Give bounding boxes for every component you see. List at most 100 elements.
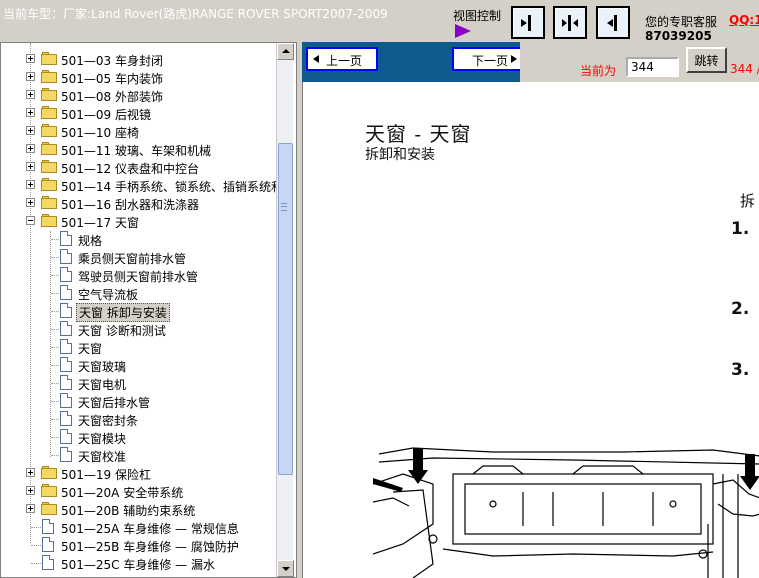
tree-item-label: 驾驶员侧天窗前排水管 — [78, 270, 199, 284]
expand-plus-icon[interactable] — [26, 108, 35, 117]
tree-item-label: 501—09 后视镜 — [61, 108, 151, 122]
tree-item-label: 天窗校准 — [78, 450, 127, 464]
tree-scrollbar[interactable] — [276, 43, 294, 577]
tree-item-label: 501—20A 安全带系统 — [61, 486, 184, 500]
next-page-button[interactable]: 下一页 — [452, 47, 524, 71]
arrow-up-icon — [282, 49, 290, 53]
tree-item-label: 501—12 仪表盘和中控台 — [61, 162, 199, 176]
expand-plus-icon[interactable] — [26, 198, 35, 207]
expand-plus-icon[interactable] — [26, 126, 35, 135]
prev-page-button[interactable]: 上一页 — [306, 47, 378, 71]
page-number-input[interactable] — [626, 57, 679, 77]
tree-item-label: 规格 — [78, 234, 103, 248]
expand-plus-icon[interactable] — [26, 486, 35, 495]
folder-icon — [41, 88, 57, 101]
document-subtitle: 拆卸和安装 — [365, 147, 435, 163]
document-icon — [60, 393, 72, 408]
folder-icon — [41, 142, 57, 155]
document-side-heading: 拆 — [740, 192, 756, 210]
arrow-right-icon — [511, 55, 517, 63]
expand-plus-icon[interactable] — [26, 504, 35, 513]
expand-plus-icon[interactable] — [26, 90, 35, 99]
service-phone: 87039205 — [645, 29, 712, 43]
service-label: 您的专职客服 — [645, 15, 718, 29]
document-title: 天窗 - 天窗 — [365, 122, 472, 146]
tree-guide-line — [50, 231, 51, 457]
tree-item-label: 天窗 — [78, 342, 103, 356]
document-icon — [42, 519, 54, 534]
document-icon — [60, 303, 72, 318]
document-icon — [60, 267, 72, 282]
scroll-down-button[interactable] — [277, 560, 294, 577]
page-total: 344 / — [730, 62, 759, 76]
expand-plus-icon[interactable] — [26, 162, 35, 171]
tree-item-label: 天窗后排水管 — [78, 396, 151, 410]
tree-item-label: 501—08 外部装饰 — [61, 90, 163, 104]
expand-left-panel-icon — [607, 15, 617, 31]
view-control-label: 视图控制 — [453, 9, 502, 23]
tree-item-label: 501—11 玻璃、车架和机械 — [61, 144, 211, 158]
document-icon — [60, 339, 72, 354]
tree-item-label: 天窗 拆卸与安装 — [76, 303, 170, 322]
scroll-thumb[interactable] — [278, 143, 293, 475]
tree-item-label: 501—20B 辅助约束系统 — [61, 504, 196, 518]
arrow-down-icon — [282, 567, 290, 571]
expand-plus-icon[interactable] — [26, 180, 35, 189]
tree-item-label: 501—19 保险杠 — [61, 468, 151, 482]
document-icon — [60, 231, 72, 246]
document-icon — [42, 555, 54, 570]
expand-plus-icon[interactable] — [26, 72, 35, 81]
qq-link[interactable]: QQ:1 — [729, 13, 759, 27]
expand-plus-icon[interactable] — [26, 54, 35, 63]
folder-icon — [41, 484, 57, 497]
tree-item-label: 501—25B 车身维修 — 腐蚀防护 — [61, 540, 239, 554]
view-control-arrow-icon — [455, 24, 471, 38]
current-page-label: 当前为 — [580, 64, 617, 78]
folder-icon — [41, 196, 57, 209]
document-icon — [60, 447, 72, 462]
open-folder-icon — [41, 214, 57, 227]
tree-item-label: 501—17 天窗 — [61, 216, 139, 230]
grip-icon — [281, 203, 287, 211]
folder-icon — [41, 160, 57, 173]
jump-button[interactable]: 跳转 — [686, 47, 727, 73]
folder-icon — [41, 124, 57, 137]
current-vehicle-title: 当前车型：厂家:Land Rover(路虎)RANGE ROVER SPORT2… — [3, 7, 388, 21]
tree-item-label: 天窗电机 — [78, 378, 127, 392]
folder-icon — [41, 502, 57, 515]
document-viewer: 天窗 - 天窗 拆卸和安装 拆 1. 2. 3. — [302, 82, 759, 578]
tree-item-label: 501—16 刮水器和洗涤器 — [61, 198, 199, 212]
sunroof-diagram — [373, 447, 759, 578]
tree-item-label: 天窗 诊断和测试 — [78, 324, 166, 338]
tree-item-label: 乘员侧天窗前排水管 — [78, 252, 187, 266]
tree-item-label: 天窗密封条 — [78, 414, 139, 428]
tree-item-label: 501—14 手柄系统、锁系统、插销系统和 — [61, 180, 283, 194]
folder-icon — [41, 466, 57, 479]
document-icon — [60, 285, 72, 300]
document-icon — [60, 249, 72, 264]
document-icon — [60, 321, 72, 336]
tree-item-label: 501—25C 车身维修 — 漏水 — [61, 558, 215, 572]
view-split-button[interactable] — [553, 6, 587, 39]
prev-page-label: 上一页 — [326, 54, 363, 68]
expand-plus-icon[interactable] — [26, 144, 35, 153]
chapter-tree: 501—03 车身封闭 501—05 车内装饰 501—08 外部装饰 501—… — [0, 42, 297, 578]
document-icon — [60, 429, 72, 444]
scroll-up-button[interactable] — [277, 43, 294, 60]
collapse-minus-icon[interactable] — [26, 216, 35, 225]
document-icon — [60, 411, 72, 426]
tree-item-label: 501—03 车身封闭 — [61, 54, 163, 68]
step-number: 3. — [731, 360, 750, 380]
expand-plus-icon[interactable] — [26, 468, 35, 477]
view-expand-left-button[interactable] — [596, 6, 630, 39]
tree-item-label: 天窗玻璃 — [78, 360, 127, 374]
folder-icon — [41, 70, 57, 83]
arrow-left-icon — [313, 55, 319, 63]
step-number: 2. — [731, 299, 750, 319]
next-page-label: 下一页 — [472, 54, 509, 68]
split-view-icon — [562, 15, 578, 31]
folder-icon — [41, 178, 57, 191]
view-expand-right-button[interactable] — [511, 6, 545, 39]
step-number: 1. — [731, 219, 750, 239]
tree-item-label: 501—10 座椅 — [61, 126, 139, 140]
